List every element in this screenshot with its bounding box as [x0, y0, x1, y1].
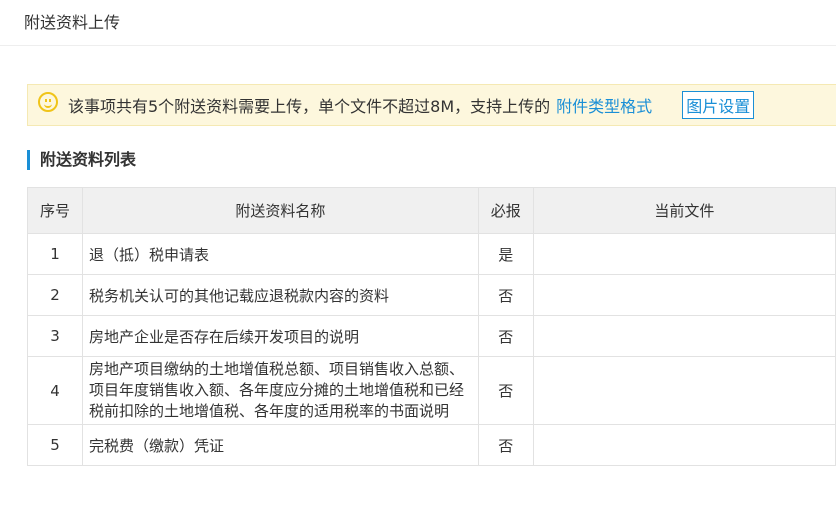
- page-title: 附送资料上传: [24, 13, 121, 32]
- header-name: 附送资料名称: [81, 187, 479, 234]
- row-required: 是: [477, 233, 534, 275]
- file-types-link[interactable]: 附件类型格式: [556, 93, 652, 117]
- header-no: 序号: [27, 187, 83, 234]
- table-row: 4 房地产项目缴纳的土地增值税总额、项目销售收入总额、项目年度销售收入额、各年度应…: [27, 356, 836, 425]
- attachments-table: 序号 附送资料名称 必报 当前文件 1 退（抵）税申请表是 2 税务机关认可的其他记载…: [27, 187, 836, 466]
- row-required: 否: [477, 356, 534, 425]
- notice-bar: 该事项共有5个附送资料需要上传，单个文件不超过8M，支持上传的 附件类型格式 图…: [27, 84, 836, 126]
- row-number: 1: [27, 233, 83, 275]
- row-name: 房地产企业是否存在后续开发项目的说明: [81, 315, 479, 357]
- row-file[interactable]: [532, 356, 836, 425]
- header-file: 当前文件: [532, 187, 836, 234]
- row-file[interactable]: [532, 233, 836, 275]
- table-row: 5 完税费（缴款）凭证否: [27, 424, 836, 466]
- section-title: 附送资料列表: [27, 150, 136, 170]
- row-name: 税务机关认可的其他记载应退税款内容的资料: [81, 274, 479, 316]
- row-file[interactable]: [532, 424, 836, 466]
- divider: [0, 45, 836, 46]
- row-name: 退（抵）税申请表: [81, 233, 479, 275]
- row-required: 否: [477, 274, 534, 316]
- header-required: 必报: [477, 187, 534, 234]
- table-row: 2 税务机关认可的其他记载应退税款内容的资料否: [27, 274, 836, 316]
- row-required: 否: [477, 424, 534, 466]
- row-number: 4: [27, 356, 83, 425]
- row-number: 5: [27, 424, 83, 466]
- table-row: 3 房地产企业是否存在后续开发项目的说明否: [27, 315, 836, 357]
- table-row: 1 退（抵）税申请表是: [27, 233, 836, 275]
- row-name: 房地产项目缴纳的土地增值税总额、项目销售收入总额、项目年度销售收入额、各年度应分…: [81, 356, 479, 425]
- row-file[interactable]: [532, 315, 836, 357]
- row-number: 2: [27, 274, 83, 316]
- table-header: 序号 附送资料名称 必报 当前文件: [27, 187, 836, 234]
- row-number: 3: [27, 315, 83, 357]
- row-file[interactable]: [532, 274, 836, 316]
- notice-text: 该事项共有5个附送资料需要上传，单个文件不超过8M，支持上传的: [68, 97, 551, 116]
- smile-icon: [38, 92, 58, 112]
- row-name: 完税费（缴款）凭证: [81, 424, 479, 466]
- row-required: 否: [477, 315, 534, 357]
- image-settings-button[interactable]: 图片设置: [682, 91, 755, 119]
